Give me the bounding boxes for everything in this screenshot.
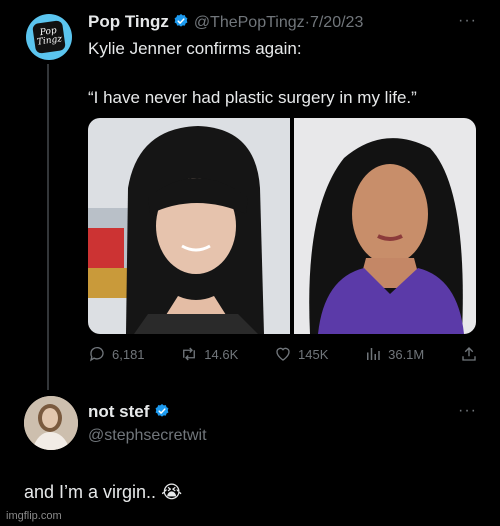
verified-badge-icon xyxy=(155,404,169,417)
views-chart-icon xyxy=(367,348,380,360)
tweet-quote: “I have never had plastic surgery in my … xyxy=(88,88,417,107)
photo-adult-kylie xyxy=(294,118,476,334)
reply-author-handle[interactable]: @stephsecretwit xyxy=(88,427,207,445)
tweet-actions: 6,181 14.6K 145K 36.1M xyxy=(88,343,478,365)
heart-icon xyxy=(276,347,290,361)
tweet-photo-left[interactable] xyxy=(88,118,290,334)
author-name[interactable]: Pop Tingz xyxy=(88,12,169,31)
share-icon xyxy=(462,347,476,361)
repost-action[interactable]: 14.6K xyxy=(180,345,238,363)
imgflip-watermark: imgflip.com xyxy=(6,510,62,522)
crying-emoji-icon: 😭 xyxy=(161,482,183,502)
reply-icon xyxy=(89,346,104,362)
like-action[interactable]: 145K xyxy=(274,345,328,363)
views-count: 36.1M xyxy=(388,346,425,362)
reply-count: 6,181 xyxy=(112,346,145,362)
reply-action[interactable]: 6,181 xyxy=(88,345,145,363)
repost-count: 14.6K xyxy=(204,346,239,362)
more-options-icon[interactable]: ··· xyxy=(458,12,477,30)
photo-young-kylie xyxy=(88,118,290,334)
author-handle[interactable]: @ThePopTingz xyxy=(194,14,305,31)
repost-icon xyxy=(183,347,196,361)
reply-header-name: not stef xyxy=(88,402,170,422)
views-action[interactable]: 36.1M xyxy=(364,345,424,363)
reply-more-options-icon[interactable]: ··· xyxy=(458,402,477,420)
avatar-photo xyxy=(24,396,78,450)
pop-tingz-avatar[interactable]: Pop Tingz xyxy=(26,14,72,60)
reply-text-body: and I’m a virgin.. xyxy=(24,482,157,502)
like-count: 145K xyxy=(298,346,329,362)
verified-badge-icon xyxy=(174,14,188,27)
share-action[interactable] xyxy=(460,345,478,363)
reply-text: and I’m a virgin.. 😭 xyxy=(24,482,182,503)
reply-author-name[interactable]: not stef xyxy=(88,402,149,421)
tweet-header: Pop Tingz @ThePopTingz·7/20/23 xyxy=(88,12,363,32)
thread-connector-line xyxy=(47,64,49,390)
tweet-photo-right[interactable] xyxy=(294,118,476,334)
pop-tingz-logo: Pop Tingz xyxy=(32,20,66,54)
tweet-text-line: Kylie Jenner confirms again: xyxy=(88,39,302,58)
tweet-date[interactable]: 7/20/23 xyxy=(310,14,363,31)
not-stef-avatar[interactable] xyxy=(24,396,78,450)
